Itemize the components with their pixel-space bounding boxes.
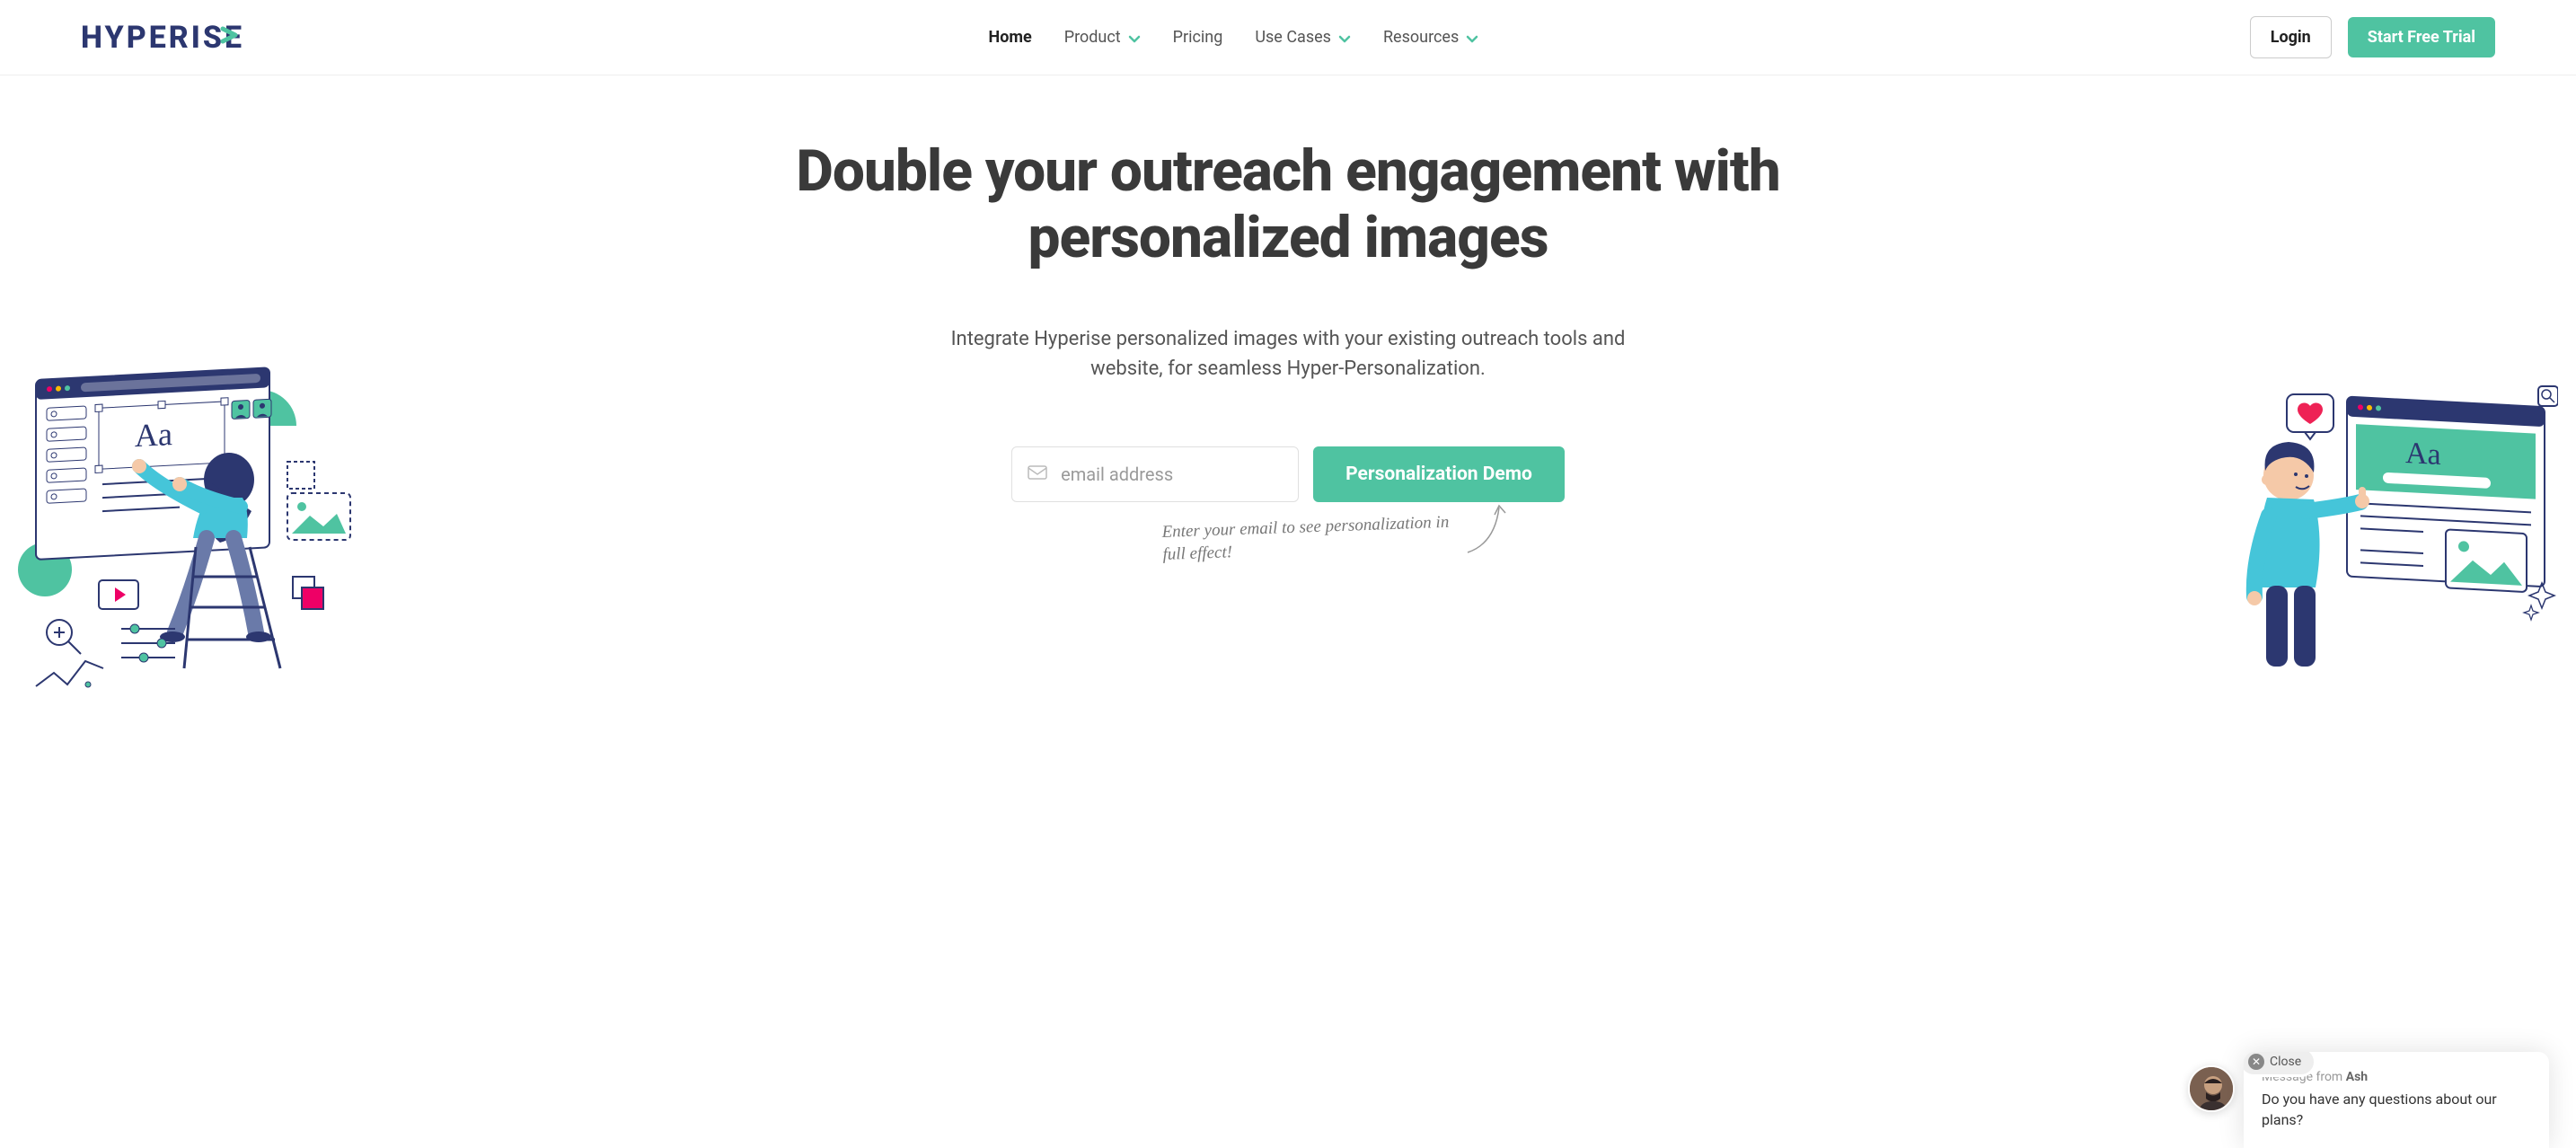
illustration-right: Aa bbox=[2217, 381, 2558, 704]
svg-text:Aa: Aa bbox=[135, 416, 172, 454]
nav-label: Resources bbox=[1383, 28, 1459, 47]
chat-avatar[interactable] bbox=[2188, 1065, 2235, 1112]
nav-product[interactable]: Product bbox=[1064, 28, 1141, 47]
chat-close-button[interactable]: ✕ Close bbox=[2244, 1052, 2316, 1077]
hero-form: Personalization Demo bbox=[36, 446, 2540, 502]
chat-from-name: Ash bbox=[2346, 1070, 2368, 1084]
nav-label: Home bbox=[989, 28, 1032, 47]
demo-button[interactable]: Personalization Demo bbox=[1313, 446, 1565, 502]
nav-home[interactable]: Home bbox=[989, 28, 1032, 47]
nav-pricing[interactable]: Pricing bbox=[1173, 28, 1223, 47]
header-actions: Login Start Free Trial bbox=[2250, 16, 2495, 58]
chat-close-label: Close bbox=[2270, 1055, 2301, 1069]
start-trial-button[interactable]: Start Free Trial bbox=[2348, 17, 2495, 57]
chat-widget: ✕ Close Message from Ash Do you have any… bbox=[2244, 1052, 2549, 1148]
nav-use-cases[interactable]: Use Cases bbox=[1255, 28, 1351, 47]
logo-arrow-icon bbox=[220, 16, 240, 52]
chat-message: Do you have any questions about our plan… bbox=[2262, 1090, 2531, 1130]
email-input-wrapper bbox=[1011, 446, 1299, 502]
arrow-curve-icon bbox=[1459, 499, 1513, 565]
chevron-down-icon bbox=[1338, 31, 1351, 44]
handwritten-note: Enter your email to see personalization … bbox=[1108, 517, 1468, 561]
svg-text:Aa: Aa bbox=[2405, 437, 2441, 472]
close-icon: ✕ bbox=[2248, 1054, 2264, 1070]
hero-title: Double your outreach engagement with per… bbox=[794, 138, 1782, 270]
hero-section: Double your outreach engagement with per… bbox=[0, 75, 2576, 561]
logo[interactable]: HYPERISE bbox=[81, 20, 244, 56]
main-header: HYPERISE Home Product Pricing Use Cases bbox=[0, 0, 2576, 75]
nav-label: Pricing bbox=[1173, 28, 1223, 47]
nav-label: Use Cases bbox=[1255, 28, 1331, 47]
chevron-down-icon bbox=[1128, 31, 1141, 44]
nav-label: Product bbox=[1064, 28, 1121, 47]
nav-resources[interactable]: Resources bbox=[1383, 28, 1478, 47]
hero-subtitle: Integrate Hyperise personalized images w… bbox=[938, 324, 1638, 384]
illustration-left: Aa bbox=[18, 363, 359, 704]
chevron-down-icon bbox=[1466, 31, 1478, 44]
handwritten-text: Enter your email to see personalization … bbox=[1161, 511, 1469, 566]
login-button[interactable]: Login bbox=[2250, 16, 2332, 58]
main-nav: Home Product Pricing Use Cases Resources bbox=[989, 28, 1479, 47]
envelope-icon bbox=[1028, 465, 1047, 483]
email-input[interactable] bbox=[1011, 446, 1299, 502]
